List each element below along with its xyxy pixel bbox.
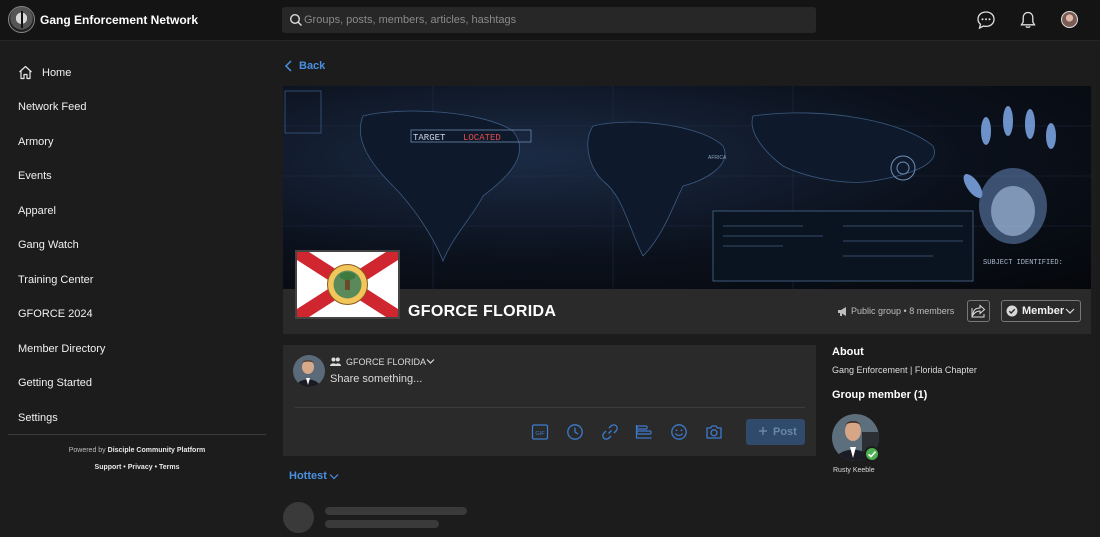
group-members-heading: Group member (1) [832, 389, 928, 401]
share-icon [971, 304, 986, 318]
support-link[interactable]: Support [95, 464, 122, 471]
composer-group-selector[interactable]: GFORCE FLORIDA [346, 357, 426, 367]
search-icon [289, 13, 302, 26]
home-icon [19, 65, 32, 80]
sidebar-item-armory[interactable]: Armory [18, 136, 53, 148]
brand-name[interactable]: Gang Enforcement Network [40, 13, 198, 27]
search-input[interactable] [304, 7, 804, 33]
group-member-count[interactable]: 8 members [909, 306, 954, 316]
group-header-card: TARGET LOCATED SUBJECT IDENTIFIED: AFRIC… [283, 86, 1091, 334]
cover-text-target: TARGET [413, 133, 446, 143]
group-visibility: Public group [851, 306, 902, 316]
megaphone-icon [838, 307, 846, 316]
link-icon[interactable] [601, 423, 619, 441]
gif-icon[interactable]: GIF [531, 423, 549, 441]
global-search[interactable] [282, 7, 816, 33]
footer-links: Support • Privacy • Terms [94, 464, 180, 471]
sidebar-divider [8, 434, 266, 435]
member-button-label: Member [1022, 305, 1065, 317]
loading-line-placeholder [325, 520, 439, 528]
group-title: GFORCE FLORIDA [408, 303, 557, 320]
chevron-down-icon [1065, 308, 1075, 314]
clock-icon[interactable] [566, 423, 584, 441]
powered-brand-link[interactable]: Disciple Community Platform [108, 447, 206, 454]
verified-badge [864, 446, 880, 462]
member-name[interactable]: Rusty Keeble [833, 467, 875, 474]
group-icon [330, 357, 341, 366]
check-icon [867, 451, 877, 458]
composer-divider [295, 407, 805, 408]
chevron-left-icon[interactable] [284, 60, 293, 72]
profile-avatar[interactable] [1061, 11, 1078, 28]
feed-sort-dropdown[interactable]: Hottest [289, 470, 327, 482]
gif-icon-label: GIF [535, 431, 545, 437]
loading-avatar-placeholder [283, 502, 314, 533]
cover-art: TARGET LOCATED SUBJECT IDENTIFIED: AFRIC… [283, 86, 1091, 289]
group-avatar-florida-flag [295, 250, 400, 319]
post-composer: GFORCE FLORIDA Share something... GIF Po… [283, 345, 816, 456]
bell-icon[interactable] [1018, 10, 1038, 30]
powered-prefix: Powered by [68, 447, 106, 454]
post-button[interactable]: Post [746, 419, 805, 445]
florida-flag-image [297, 252, 398, 317]
sidebar-item-getting-started[interactable]: Getting Started [18, 377, 92, 389]
emoji-icon[interactable] [670, 423, 688, 441]
sidebar-item-member-directory[interactable]: Member Directory [18, 343, 105, 355]
poll-icon[interactable] [635, 423, 653, 441]
about-text: Gang Enforcement | Florida Chapter [832, 365, 977, 375]
composer-input[interactable]: Share something... [330, 373, 422, 385]
cover-text-subject: SUBJECT IDENTIFIED: [983, 259, 1063, 267]
loading-line-placeholder [325, 507, 467, 515]
sidebar-item-gang-watch[interactable]: Gang Watch [18, 239, 79, 251]
network-logo[interactable] [8, 6, 35, 33]
check-circle-icon [1006, 305, 1018, 317]
share-button[interactable] [967, 300, 990, 322]
camera-icon[interactable] [705, 423, 723, 441]
sidebar-item-events[interactable]: Events [18, 170, 52, 182]
sidebar-item-apparel[interactable]: Apparel [18, 205, 56, 217]
sidebar-item-settings[interactable]: Settings [18, 412, 58, 424]
composer-avatar [293, 355, 325, 387]
back-button[interactable]: Back [299, 60, 325, 72]
post-button-label: Post [773, 426, 797, 438]
sidebar-item-gforce-2024[interactable]: GFORCE 2024 [18, 308, 93, 320]
group-meta: Public group • 8 members [851, 306, 955, 316]
chat-icon[interactable] [976, 10, 996, 30]
group-cover-image: TARGET LOCATED SUBJECT IDENTIFIED: AFRIC… [283, 86, 1091, 289]
cover-text-africa: AFRICA [708, 155, 727, 161]
privacy-link[interactable]: Privacy [128, 464, 153, 471]
member-button[interactable]: Member [1001, 300, 1081, 322]
terms-link[interactable]: Terms [159, 464, 180, 471]
chevron-down-icon[interactable] [426, 358, 435, 365]
sidebar-item-home[interactable]: Home [42, 67, 71, 79]
sidebar-item-training-center[interactable]: Training Center [18, 274, 93, 286]
plus-icon [759, 427, 767, 435]
about-heading: About [832, 346, 864, 358]
chevron-down-icon[interactable] [329, 473, 339, 480]
top-bar: Gang Enforcement Network [0, 0, 1100, 41]
powered-by: Powered by Disciple Community Platform [0, 447, 274, 454]
cover-text-located: LOCATED [463, 133, 501, 143]
sidebar-item-network-feed[interactable]: Network Feed [18, 101, 86, 113]
